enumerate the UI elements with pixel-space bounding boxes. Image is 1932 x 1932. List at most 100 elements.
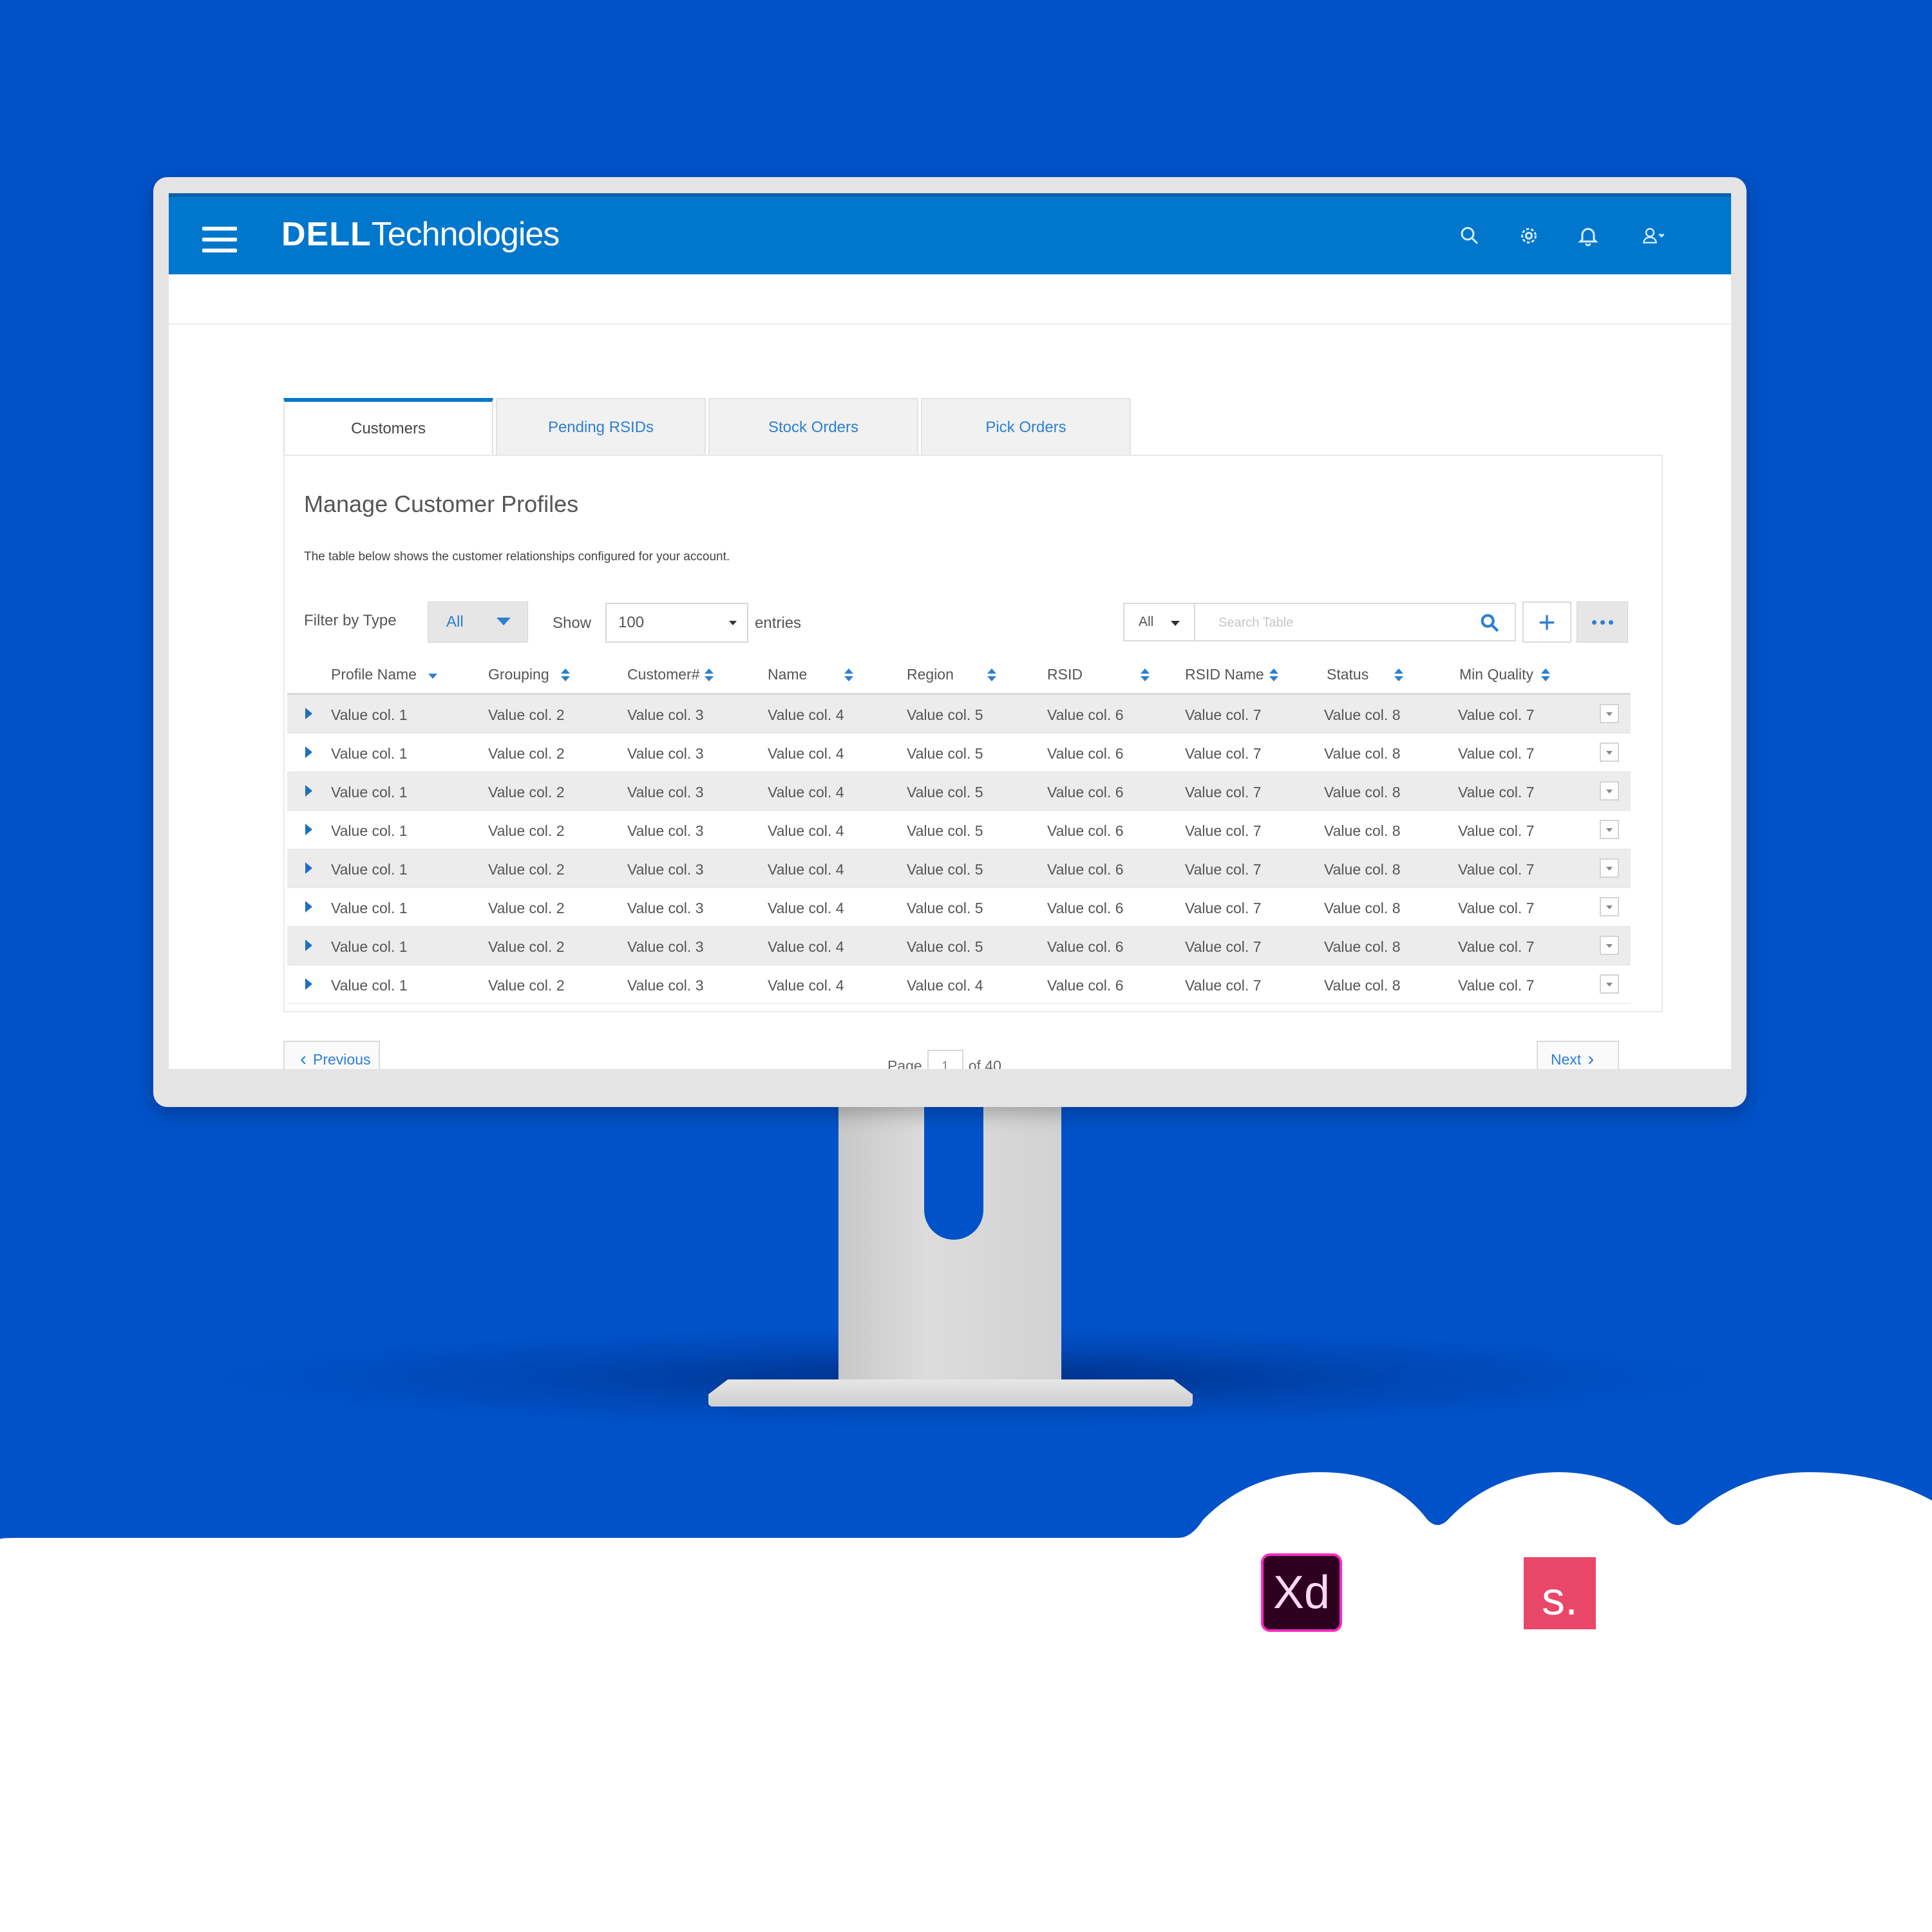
tab-pick-orders[interactable]: Pick Orders — [921, 398, 1131, 456]
adobe-xd-logo: Xd — [1261, 1553, 1342, 1632]
row-actions-dropdown[interactable] — [1600, 974, 1619, 994]
table-cell: Value col. 7 — [1185, 745, 1262, 762]
column-label: Status — [1327, 666, 1369, 683]
tab-stock-orders[interactable]: Stock Orders — [708, 398, 918, 456]
table-cell: Value col. 8 — [1324, 938, 1401, 955]
search-icon[interactable] — [1479, 612, 1501, 634]
row-actions-dropdown[interactable] — [1600, 858, 1619, 878]
table-row[interactable]: Value col. 1 Value col. 2 Value col. 3 Valu… — [287, 772, 1631, 811]
more-dot — [1591, 620, 1596, 625]
next-page-button[interactable]: Next › — [1537, 1041, 1619, 1069]
tab-bar: Customers Pending RSIDs Stock Orders Pic… — [283, 398, 1133, 456]
table-cell: Value col. 3 — [627, 938, 704, 955]
table-cell: Value col. 1 — [331, 900, 408, 916]
column-header-rsid[interactable]: RSID — [1047, 666, 1150, 683]
table-row[interactable]: Value col. 1 Value col. 2 Value col. 3 Valu… — [287, 888, 1631, 927]
table-cell: Value col. 1 — [331, 938, 408, 955]
table-cell: Value col. 1 — [331, 745, 408, 762]
table-cell: Value col. 8 — [1324, 745, 1401, 762]
search-table-input[interactable] — [1195, 604, 1477, 641]
table-cell: Value col. 6 — [1047, 745, 1124, 762]
expand-row-icon[interactable] — [305, 708, 312, 719]
column-label: Customer# — [627, 666, 700, 683]
table-cell: Value col. 2 — [488, 938, 565, 955]
table-cell: Value col. 4 — [768, 938, 844, 955]
table-cell: Value col. 2 — [488, 900, 565, 916]
row-actions-dropdown[interactable] — [1600, 820, 1619, 839]
gear-icon[interactable] — [1516, 223, 1542, 249]
table-row[interactable]: Value col. 1 Value col. 2 Value col. 3 Valu… — [287, 811, 1631, 849]
page-description: The table below shows the customer relat… — [304, 550, 730, 564]
table-row[interactable]: Value col. 1 Value col. 2 Value col. 3 Valu… — [287, 965, 1631, 1004]
more-dot — [1600, 620, 1605, 625]
table-cell: Value col. 7 — [1458, 938, 1535, 955]
add-button[interactable]: + — [1522, 601, 1571, 643]
table-body: Value col. 1 Value col. 2 Value col. 3 Valu… — [287, 695, 1631, 1004]
row-actions-dropdown[interactable] — [1600, 936, 1619, 955]
row-actions-dropdown[interactable] — [1600, 781, 1619, 800]
bell-icon[interactable] — [1575, 223, 1601, 249]
column-label: Region — [907, 666, 954, 683]
table-cell: Value col. 2 — [488, 706, 565, 723]
column-header-grouping[interactable]: Grouping — [488, 666, 570, 683]
app-header: DELLTechnologies — [169, 193, 1731, 274]
table-row[interactable]: Value col. 1 Value col. 2 Value col. 3 Valu… — [287, 734, 1631, 772]
entries-select[interactable]: 100 — [605, 603, 748, 643]
column-header-name[interactable]: Name — [768, 666, 854, 683]
column-header-status[interactable]: Status — [1327, 666, 1404, 683]
expand-row-icon[interactable] — [305, 940, 312, 951]
row-actions-dropdown[interactable] — [1600, 743, 1619, 762]
table-row[interactable]: Value col. 1 Value col. 2 Value col. 3 Valu… — [287, 927, 1631, 965]
table-cell: Value col. 7 — [1185, 706, 1262, 723]
chevron-down-icon — [1171, 621, 1180, 626]
search-scope-select[interactable]: All — [1123, 603, 1195, 641]
page-number-input[interactable]: 1 — [927, 1050, 963, 1069]
page-title: Manage Customer Profiles — [304, 491, 579, 517]
more-dot — [1608, 620, 1613, 625]
row-actions-dropdown[interactable] — [1600, 704, 1619, 723]
table-row[interactable]: Value col. 1 Value col. 2 Value col. 3 Valu… — [287, 849, 1631, 888]
column-header-region[interactable]: Region — [907, 666, 996, 683]
table-cell: Value col. 7 — [1458, 745, 1535, 762]
sub-header-bar — [169, 274, 1731, 325]
row-actions-dropdown[interactable] — [1600, 897, 1619, 916]
expand-row-icon[interactable] — [305, 978, 312, 990]
brand-logo[interactable]: DELLTechnologies — [281, 215, 560, 254]
search-icon[interactable] — [1457, 223, 1482, 249]
filter-type-select[interactable]: All — [428, 601, 528, 643]
expand-row-icon[interactable] — [305, 824, 312, 835]
table-row[interactable]: Value col. 1 Value col. 2 Value col. 3 Valu… — [287, 695, 1631, 734]
column-header-customer-number[interactable]: Customer# — [627, 666, 714, 683]
column-header-min-quality[interactable]: Min Quality — [1459, 666, 1551, 683]
tab-customers[interactable]: Customers — [283, 398, 493, 456]
expand-row-icon[interactable] — [305, 901, 312, 913]
table-cell: Value col. 8 — [1324, 977, 1401, 994]
user-account-icon[interactable] — [1634, 223, 1673, 249]
chevron-down-icon — [497, 618, 511, 625]
hamburger-menu-icon[interactable] — [202, 227, 237, 252]
filter-label: Filter by Type — [304, 612, 397, 629]
table-cell: Value col. 4 — [907, 977, 983, 994]
tab-pending-rsids[interactable]: Pending RSIDs — [496, 398, 706, 456]
table-cell: Value col. 2 — [488, 784, 565, 800]
table-cell: Value col. 7 — [1458, 900, 1535, 916]
column-header-rsid-name[interactable]: RSID Name — [1185, 666, 1278, 683]
table-cell: Value col. 3 — [627, 822, 704, 839]
previous-page-button[interactable]: ‹ Previous — [283, 1041, 380, 1069]
column-header-profile-name[interactable]: Profile Name — [331, 666, 437, 683]
more-options-button[interactable] — [1577, 601, 1628, 643]
cloud-footer-shape — [0, 1472, 1932, 1932]
page-indicator: Page 1 of 40 — [887, 1050, 1001, 1069]
table-cell: Value col. 4 — [768, 745, 844, 762]
table-cell: Value col. 7 — [1458, 706, 1535, 723]
table-cell: Value col. 2 — [488, 977, 565, 994]
expand-row-icon[interactable] — [305, 862, 312, 874]
expand-row-icon[interactable] — [305, 785, 312, 797]
table-cell: Value col. 6 — [1047, 861, 1124, 878]
table-cell: Value col. 6 — [1047, 784, 1124, 800]
table-cell: Value col. 7 — [1458, 784, 1535, 800]
table-cell: Value col. 6 — [1047, 822, 1124, 839]
column-label: Grouping — [488, 666, 549, 683]
table-cell: Value col. 5 — [907, 861, 983, 878]
expand-row-icon[interactable] — [305, 746, 312, 758]
